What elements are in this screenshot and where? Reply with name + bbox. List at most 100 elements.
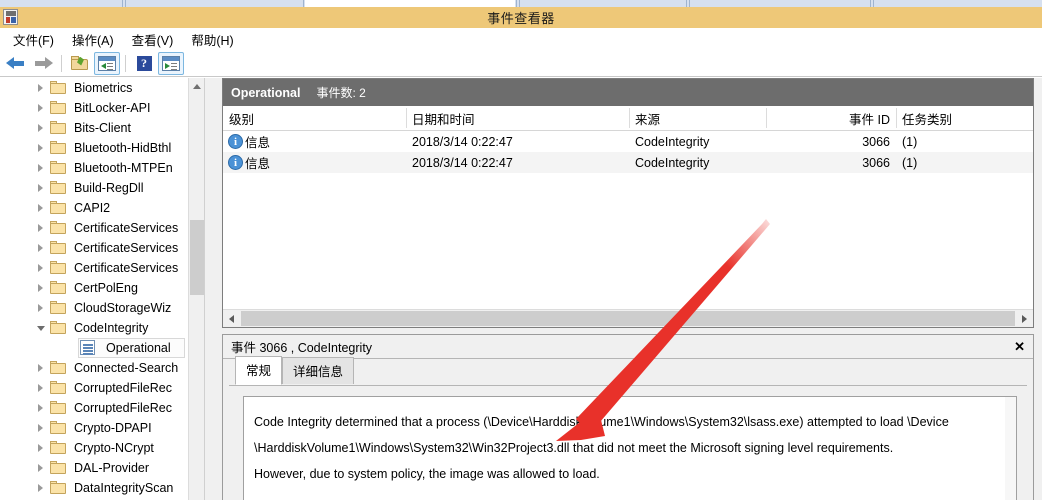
console-tree: Biometrics BitLocker-API Bits-Client Blueto… [0, 78, 204, 498]
column-header-task_category[interactable]: 任务类别 [896, 106, 1035, 130]
back-arrow-icon [6, 56, 26, 71]
list-horizontal-scrollbar[interactable] [223, 309, 1033, 327]
title-bar[interactable]: 事件查看器 [0, 7, 1042, 28]
chevron-right-icon[interactable] [38, 244, 43, 252]
chevron-right-icon[interactable] [38, 284, 43, 292]
chevron-right-icon[interactable] [38, 364, 43, 372]
tree-item-corruptedfilerec[interactable]: CorruptedFileRec [0, 378, 204, 398]
tree-item-bitlocker-api[interactable]: BitLocker-API [0, 98, 204, 118]
chevron-right-icon[interactable] [38, 484, 43, 492]
tab-general[interactable]: 常规 [235, 356, 283, 385]
hscroll-left-button[interactable] [223, 310, 240, 327]
tree-item-label: CertPolEng [74, 281, 138, 295]
toolbar: ? [0, 50, 1042, 77]
list-event-count: 事件数: 2 [316, 86, 366, 100]
tree-item-bluetooth-hidbthl[interactable]: Bluetooth-HidBthl [0, 138, 204, 158]
chevron-right-icon[interactable] [38, 164, 43, 172]
tree-item-bits-client[interactable]: Bits-Client [0, 118, 204, 138]
window-title: 事件查看器 [487, 11, 555, 26]
tree-item-dataintegrityscan[interactable]: DataIntegrityScan [0, 478, 204, 498]
column-divider[interactable] [629, 108, 630, 128]
chevron-right-icon [1022, 314, 1027, 323]
hscroll-thumb[interactable] [241, 311, 1015, 326]
column-header-event_id[interactable]: 事件 ID [766, 106, 896, 130]
cell-event_id: 3066 [862, 155, 890, 170]
tree-item-corruptedfilerec[interactable]: CorruptedFileRec [0, 398, 204, 418]
column-divider[interactable] [406, 108, 407, 128]
chevron-right-icon[interactable] [38, 224, 43, 232]
tree-item-crypto-ncrypt[interactable]: Crypto-NCrypt [0, 438, 204, 458]
tree-item-codeintegrity[interactable]: CodeIntegrity [0, 318, 204, 338]
detail-title: 事件 3066 , CodeIntegrity [231, 341, 373, 355]
back-button[interactable] [3, 52, 29, 75]
chevron-right-icon[interactable] [38, 84, 43, 92]
column-header-level[interactable]: 级别 [223, 106, 406, 130]
cell-event_id: 3066 [862, 134, 890, 149]
tree-vertical-scrollbar[interactable] [188, 78, 204, 500]
detail-tab-body: Code Integrity determined that a process… [229, 385, 1027, 500]
list-caption-bar: Operational 事件数: 2 [223, 79, 1033, 106]
log-icon [80, 340, 95, 355]
tree-item-crypto-dpapi[interactable]: Crypto-DPAPI [0, 418, 204, 438]
chevron-right-icon[interactable] [38, 144, 43, 152]
hscroll-right-button[interactable] [1016, 310, 1033, 327]
tree-item-build-regdll[interactable]: Build-RegDll [0, 178, 204, 198]
event-rows: i 信息 2018/3/14 0:22:47 CodeIntegrity 3066 (1)… [223, 131, 1033, 173]
tree-item-connected-search[interactable]: Connected-Search [0, 358, 204, 378]
tree-item-certificateservices[interactable]: CertificateServices [0, 238, 204, 258]
scroll-up-button[interactable] [189, 78, 204, 95]
tree-item-certificateservices[interactable]: CertificateServices [0, 258, 204, 278]
chevron-right-icon[interactable] [38, 124, 43, 132]
chevron-right-icon[interactable] [38, 104, 43, 112]
event-message-box: Code Integrity determined that a process… [243, 396, 1017, 500]
forward-arrow-icon [33, 56, 53, 71]
folder-icon [71, 55, 89, 71]
column-header-datetime[interactable]: 日期和时间 [406, 106, 629, 130]
help-button[interactable]: ? [131, 52, 157, 75]
menu-action[interactable]: 操作(A) [63, 27, 123, 52]
menu-view[interactable]: 查看(V) [123, 27, 183, 52]
tree-item-certificateservices[interactable]: CertificateServices [0, 218, 204, 238]
scrollbar-thumb[interactable] [190, 220, 204, 295]
column-header-source[interactable]: 来源 [629, 106, 766, 130]
tree-item-dal-provider[interactable]: DAL-Provider [0, 458, 204, 478]
cell-level: 信息 [245, 157, 271, 171]
tree-item-label: DataIntegrityScan [74, 481, 174, 495]
chevron-right-icon[interactable] [38, 184, 43, 192]
forward-button[interactable] [30, 52, 56, 75]
close-icon[interactable]: ✕ [1014, 339, 1025, 355]
chevron-right-icon[interactable] [38, 384, 43, 392]
chevron-right-icon[interactable] [38, 424, 43, 432]
folder-button[interactable] [67, 52, 93, 75]
tree-item-operational[interactable]: Operational [0, 338, 204, 358]
chevron-right-icon[interactable] [38, 304, 43, 312]
show-console-tree-button[interactable] [94, 51, 120, 75]
tree-item-biometrics[interactable]: Biometrics [0, 78, 204, 98]
tree-item-label: CodeIntegrity [74, 321, 149, 335]
chevron-down-icon[interactable] [37, 326, 45, 331]
menu-help[interactable]: 帮助(H) [182, 27, 242, 52]
table-row[interactable]: i 信息 2018/3/14 0:22:47 CodeIntegrity 3066 (1) [223, 131, 1033, 152]
window-right-icon [162, 55, 180, 71]
tree-item-cloudstoragewiz[interactable]: CloudStorageWiz [0, 298, 204, 318]
show-action-pane-button[interactable] [158, 51, 184, 75]
folder-icon [50, 461, 66, 474]
tab-details[interactable]: 详细信息 [282, 357, 355, 384]
detail-vertical-scrollbar[interactable] [1005, 397, 1016, 500]
folder-icon [50, 261, 66, 274]
table-row[interactable]: i 信息 2018/3/14 0:22:47 CodeIntegrity 3066 (1) [223, 152, 1033, 173]
column-divider[interactable] [896, 108, 897, 128]
tree-item-certpoleng[interactable]: CertPolEng [0, 278, 204, 298]
chevron-right-icon[interactable] [38, 444, 43, 452]
chevron-up-icon [193, 84, 201, 89]
tree-item-label: Bluetooth-HidBthl [74, 141, 172, 155]
menu-file[interactable]: 文件(F) [4, 27, 63, 52]
tree-item-label: CorruptedFileRec [74, 401, 172, 415]
chevron-right-icon[interactable] [38, 264, 43, 272]
tree-item-capi2[interactable]: CAPI2 [0, 198, 204, 218]
column-divider[interactable] [766, 108, 767, 128]
chevron-right-icon[interactable] [38, 464, 43, 472]
chevron-right-icon[interactable] [38, 204, 43, 212]
tree-item-bluetooth-mtpen[interactable]: Bluetooth-MTPEn [0, 158, 204, 178]
chevron-right-icon[interactable] [38, 404, 43, 412]
